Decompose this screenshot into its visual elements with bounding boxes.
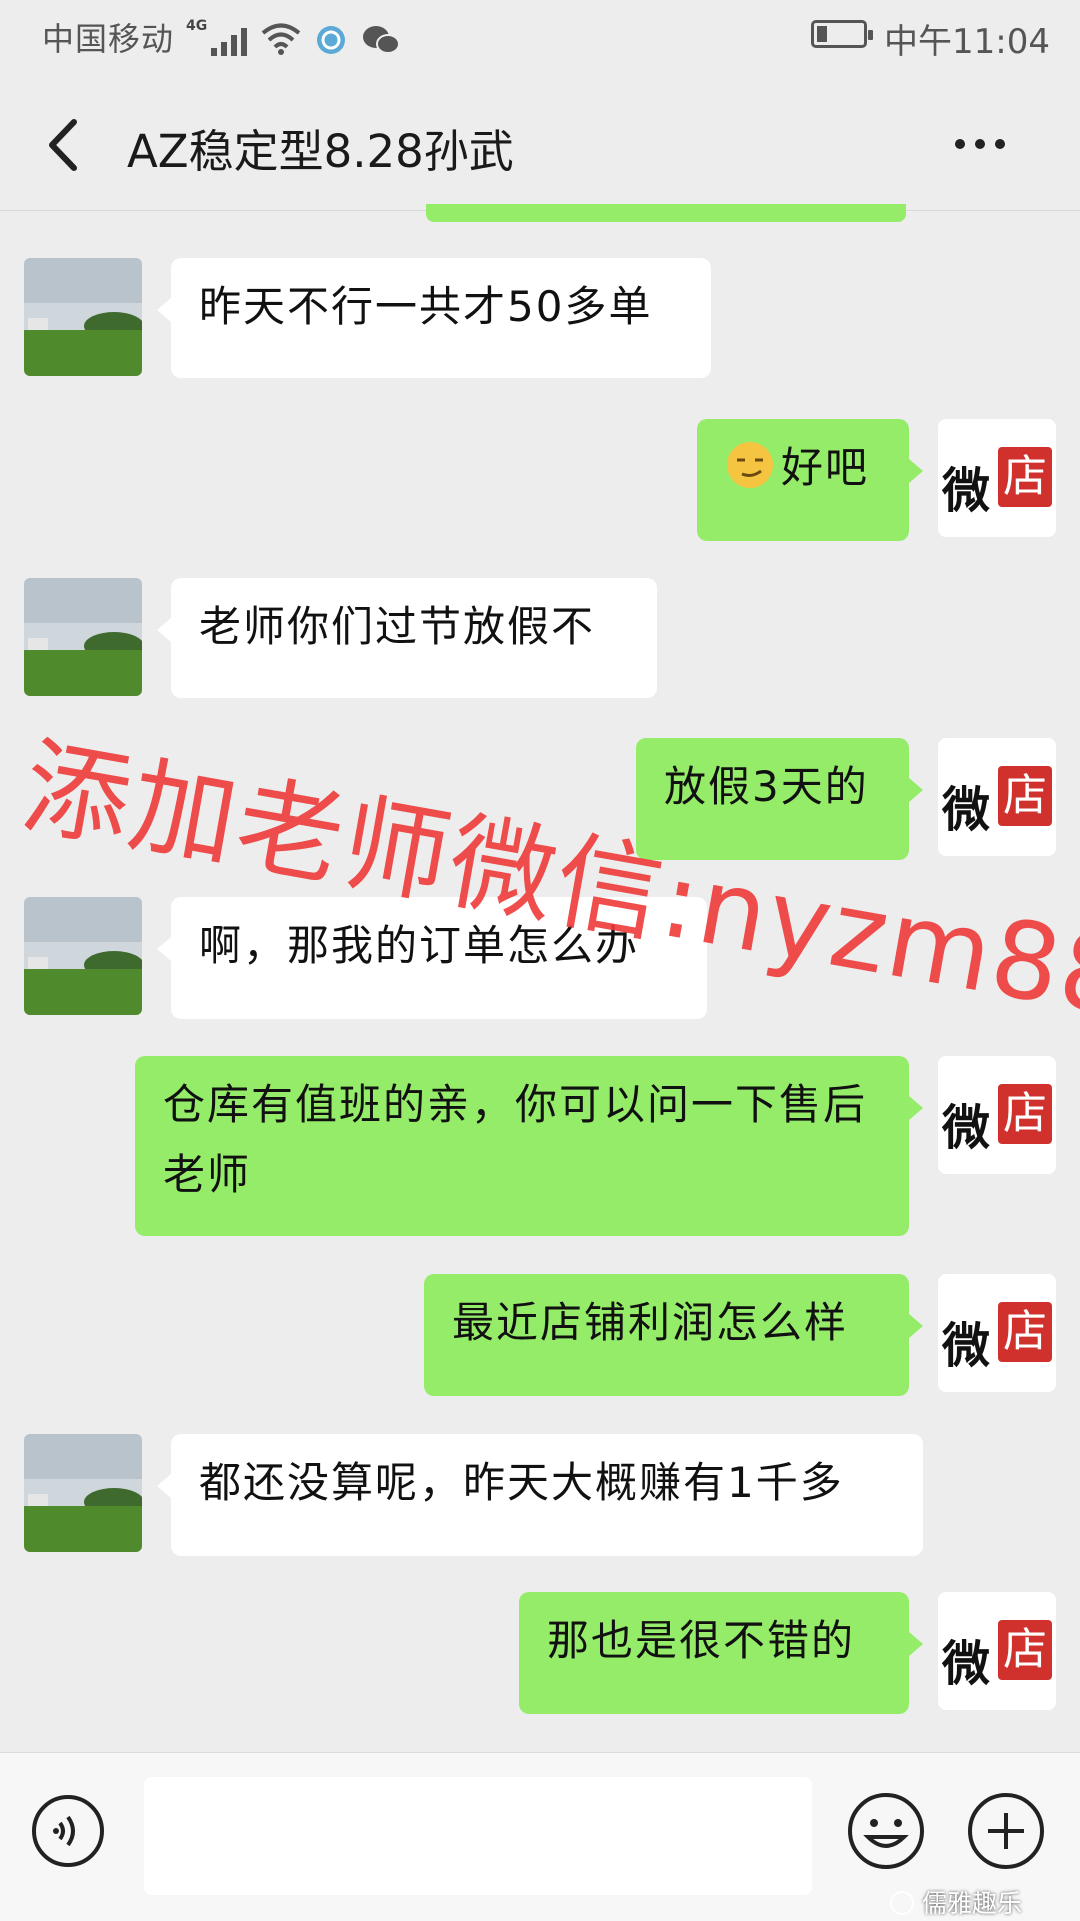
message-text: 老师你们过节放假不	[199, 602, 596, 651]
avatar-char-1: 微	[942, 1100, 991, 1156]
message-input[interactable]	[144, 1777, 812, 1895]
back-button[interactable]	[36, 110, 96, 180]
message-text: 昨天不行一共才50多单	[199, 282, 653, 331]
status-icons: 4G	[186, 16, 401, 56]
my-avatar[interactable]: 微 店	[938, 1592, 1056, 1710]
avatar-char-1: 微	[942, 1636, 991, 1692]
dot-icon	[975, 139, 985, 149]
avatar-char-1: 微	[942, 463, 991, 519]
chat-header: AZ稳定型8.28孙武	[0, 75, 1080, 211]
chat-title: AZ稳定型8.28孙武	[127, 125, 514, 178]
my-avatar[interactable]: 微 店	[938, 1056, 1056, 1174]
browser-icon	[317, 26, 346, 54]
message-text: 最近店铺利润怎么样	[452, 1298, 849, 1347]
message-bubble[interactable]: 最近店铺利润怎么样	[424, 1274, 923, 1396]
avatar-char-1: 微	[942, 782, 991, 838]
wifi-icon	[261, 23, 301, 55]
message-text: 仓库有值班的亲，你可以问一下售后老师	[163, 1080, 868, 1199]
message-bubble[interactable]: 好吧	[697, 419, 923, 541]
message-bubble[interactable]: 老师你们过节放假不	[157, 578, 657, 698]
avatar-char-2: 店	[998, 1084, 1052, 1144]
message-bubble[interactable]: 都还没算呢，昨天大概赚有1千多	[157, 1434, 923, 1556]
message-text: 好吧	[781, 443, 870, 492]
add-attachment-button[interactable]	[966, 1791, 1046, 1871]
my-avatar[interactable]: 微 店	[938, 738, 1056, 856]
message-bubble[interactable]: 那也是很不错的	[519, 1592, 923, 1714]
my-avatar[interactable]: 微 店	[938, 1274, 1056, 1392]
source-watermark: 儒雅趣乐	[890, 1884, 1022, 1920]
source-watermark-text: 儒雅趣乐	[922, 1889, 1023, 1918]
network-type: 4G	[186, 18, 208, 34]
contact-avatar[interactable]	[24, 578, 142, 696]
contact-avatar[interactable]	[24, 1434, 142, 1552]
dot-icon	[955, 139, 965, 149]
carrier-name: 中国移动	[42, 20, 175, 58]
status-bar: 中国移动 4G 中午11:04	[0, 0, 1080, 75]
wechat-official-icon	[890, 1891, 914, 1915]
my-avatar[interactable]: 微 店	[938, 419, 1056, 537]
clock: 中午11:04	[884, 22, 1050, 62]
dot-icon	[995, 139, 1005, 149]
smirk-emoji-icon	[727, 442, 773, 488]
battery-icon	[811, 20, 873, 48]
message-text: 那也是很不错的	[547, 1616, 856, 1665]
previous-message-bubble[interactable]	[426, 204, 906, 222]
message-text: 都还没算呢，昨天大概赚有1千多	[199, 1458, 844, 1507]
avatar-char-2: 店	[998, 1302, 1052, 1362]
emoji-button[interactable]	[846, 1791, 926, 1871]
message-text: 放假3天的	[664, 762, 869, 811]
message-bubble[interactable]: 昨天不行一共才50多单	[157, 258, 711, 378]
more-options-button[interactable]	[955, 119, 1025, 169]
avatar-char-2: 店	[998, 766, 1052, 826]
avatar-char-1: 微	[942, 1318, 991, 1374]
avatar-char-2: 店	[998, 1620, 1052, 1680]
avatar-char-2: 店	[998, 447, 1052, 507]
wechat-icon	[363, 26, 401, 54]
contact-avatar[interactable]	[24, 258, 142, 376]
message-bubble[interactable]: 仓库有值班的亲，你可以问一下售后老师	[135, 1056, 923, 1236]
signal-icon	[211, 26, 248, 56]
voice-input-button[interactable]	[30, 1793, 106, 1869]
contact-avatar[interactable]	[24, 897, 142, 1015]
